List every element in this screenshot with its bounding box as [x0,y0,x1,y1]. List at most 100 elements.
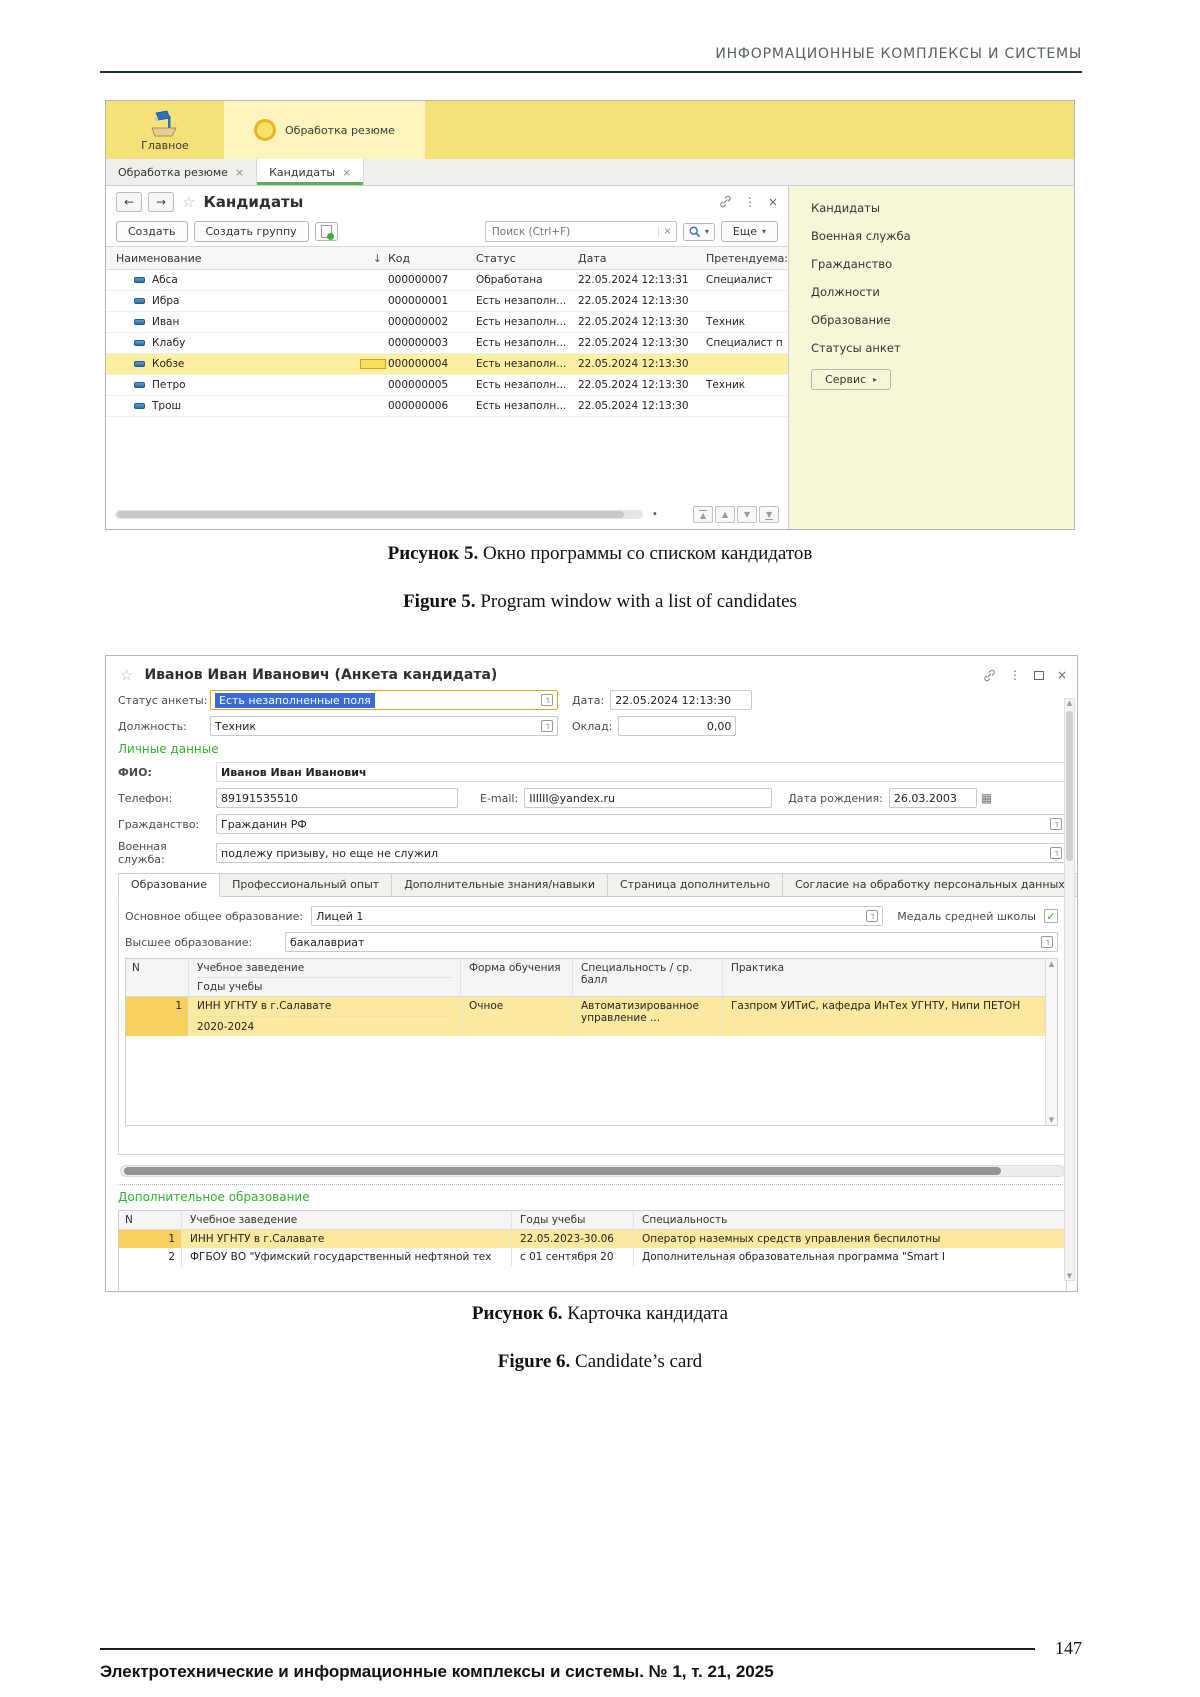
table-row[interactable]: Петро 000000005 Есть незаполн... 22.05.2… [106,375,788,396]
table-vertical-scrollbar[interactable]: ▲▼ [1045,959,1057,1125]
position-field[interactable]: Техник [210,716,558,736]
tab-resume-processing[interactable]: Обработка резюме × [106,159,257,185]
email-field[interactable]: IIIIII@yandex.ru [524,788,772,808]
more-menu-icon[interactable]: ⋮ [744,195,756,209]
program-window-candidates: Главное Обработка резюме Обработка резюм… [105,100,1075,530]
ribbon-main-section[interactable]: Главное [106,101,224,159]
page-down-button[interactable]: ▼ [737,506,757,523]
sidebar-item-education[interactable]: Образование [811,313,1074,327]
table-row[interactable]: Трош 000000006 Есть незаполн... 22.05.20… [106,396,788,417]
clear-search-icon[interactable]: × [658,226,676,237]
additional-table-row[interactable]: 2 ФГБОУ ВО "Уфимский государственный неф… [119,1248,1066,1266]
copy-item-button[interactable] [315,222,338,241]
forward-button[interactable]: → [148,192,174,212]
tab-candidates[interactable]: Кандидаты × [257,159,364,185]
col-date: Дата [578,252,706,265]
back-button[interactable]: ← [116,192,142,212]
list-title: Кандидаты [203,193,303,211]
date-field[interactable]: 22.05.2024 12:13:30 [610,690,752,710]
item-bullet-icon [134,298,145,304]
go-last-button[interactable]: ▼ [759,506,779,523]
table-row[interactable]: Иван 000000002 Есть незаполн... 22.05.20… [106,312,788,333]
status-label: Статус анкеты: [118,694,210,707]
higher-education-field[interactable]: бакалавриат [285,932,1058,952]
table-row[interactable]: Абса 000000007 Обработана 22.05.2024 12:… [106,270,788,291]
horizontal-scrollbar[interactable] [120,1165,1065,1177]
citizenship-field[interactable]: Гражданин РФ [216,814,1067,834]
picker-icon[interactable] [541,720,553,732]
picker-icon[interactable] [1041,936,1053,948]
running-head: ИНФОРМАЦИОННЫЕ КОМПЛЕКСЫ И СИСТЕМЫ [100,46,1082,73]
table-row[interactable]: Ибра 000000001 Есть незаполн... 22.05.20… [106,291,788,312]
caption-fig5-ru: Рисунок 5. Окно программы со списком кан… [0,543,1200,565]
fio-field[interactable]: Иванов Иван Иванович [216,762,1067,782]
phone-field[interactable]: 89191535510 [216,788,458,808]
maximize-icon[interactable] [1034,671,1044,680]
sidebar-item-statuses[interactable]: Статусы анкет [811,341,1074,355]
journal-footer: Электротехнические и информационные комп… [100,1662,774,1682]
military-field[interactable]: подлежу призыву, но еще не служил [216,843,1067,863]
status-field[interactable]: Есть незаполненные поля [210,690,558,710]
picker-icon[interactable] [1050,847,1062,859]
sidebar-item-military-service[interactable]: Военная служба [811,229,1074,243]
tab-additional-page[interactable]: Страница дополнительно [608,873,783,897]
additional-education-header: Дополнительное образование [118,1190,1067,1204]
table-row-selected[interactable]: Кобзе 000000004 Есть незаполн... 22.05.2… [106,354,788,375]
table-row[interactable]: Клабу 000000003 Есть незаполн... 22.05.2… [106,333,788,354]
tab-close-icon[interactable]: × [342,166,351,179]
document-icon [321,225,332,238]
tab-professional-experience[interactable]: Профессиональный опыт [220,873,392,897]
birthdate-field[interactable]: 26.03.2003 [889,788,977,808]
item-bullet-icon [134,277,145,283]
footer-rule: 147 [100,1638,1082,1659]
more-button[interactable]: Еще ▾ [721,221,778,242]
create-button[interactable]: Создать [116,221,188,242]
tab-education[interactable]: Образование [118,873,220,897]
dropdown-icon: ▾ [705,227,709,236]
ribbon-section-resume[interactable]: Обработка резюме [224,101,425,159]
link-icon[interactable] [983,669,996,682]
create-group-button[interactable]: Создать группу [194,221,309,242]
military-label: Военная служба: [118,840,216,866]
page-number: 147 [1055,1638,1082,1659]
candidate-card-window: ☆ Иванов Иван Иванович (Анкета кандидата… [105,655,1078,1292]
go-first-button[interactable]: ▲ [693,506,713,523]
position-label: Должность: [118,720,210,733]
sidebar-item-citizenship[interactable]: Гражданство [811,257,1074,271]
medal-label: Медаль средней школы [897,910,1036,923]
salary-field[interactable]: 0,00 [618,716,736,736]
education-table-header: N Учебное заведениеГоды учебы Форма обуч… [126,959,1057,997]
tab-label: Кандидаты [269,166,335,179]
tab-personal-data-consent[interactable]: Согласие на обработку персональных данны… [783,873,1078,897]
picker-icon[interactable] [541,694,553,706]
link-icon[interactable] [719,195,732,208]
tab-close-icon[interactable]: × [235,166,244,179]
close-window-icon[interactable]: × [768,195,778,209]
search-input[interactable] [486,226,658,238]
salary-label: Оклад: [572,720,612,733]
close-window-icon[interactable]: × [1057,668,1067,682]
page-up-button[interactable]: ▲ [715,506,735,523]
favorite-star-icon[interactable]: ☆ [182,193,195,211]
card-tabs: Образование Профессиональный опыт Дополн… [118,872,1067,897]
more-menu-icon[interactable]: ⋮ [1009,668,1021,682]
picker-icon[interactable] [1050,818,1062,830]
sidebar-item-positions[interactable]: Должности [811,285,1074,299]
basic-education-field[interactable]: Лицей 1 [311,906,883,926]
service-button[interactable]: Сервис ▸ [811,369,891,390]
card-vertical-scrollbar[interactable]: ▲▼ [1064,698,1075,1281]
additional-table-row[interactable]: 1 ИНН УГНТУ в г.Салавате 22.05.2023-30.0… [119,1230,1066,1248]
basic-education-label: Основное общее образование: [125,910,303,923]
medal-checkbox[interactable]: ✓ [1044,909,1058,923]
horizontal-scrollbar[interactable] [115,510,643,519]
table-header-row[interactable]: Наименование↓ Код Статус Дата Претендуем… [106,247,788,270]
search-button[interactable]: ▾ [683,223,715,241]
picker-icon[interactable] [866,910,878,922]
higher-education-label: Высшее образование: [125,936,285,949]
tab-additional-skills[interactable]: Дополнительные знания/навыки [392,873,608,897]
education-table-row[interactable]: 1 ИНН УГНТУ в г.Салавате2020-2024 Очное … [126,997,1057,1036]
birthdate-label: Дата рождения: [788,792,883,805]
calendar-icon[interactable]: ▦ [981,791,992,805]
sidebar-item-candidates[interactable]: Кандидаты [811,201,1074,215]
favorite-star-icon[interactable]: ☆ [120,666,133,684]
